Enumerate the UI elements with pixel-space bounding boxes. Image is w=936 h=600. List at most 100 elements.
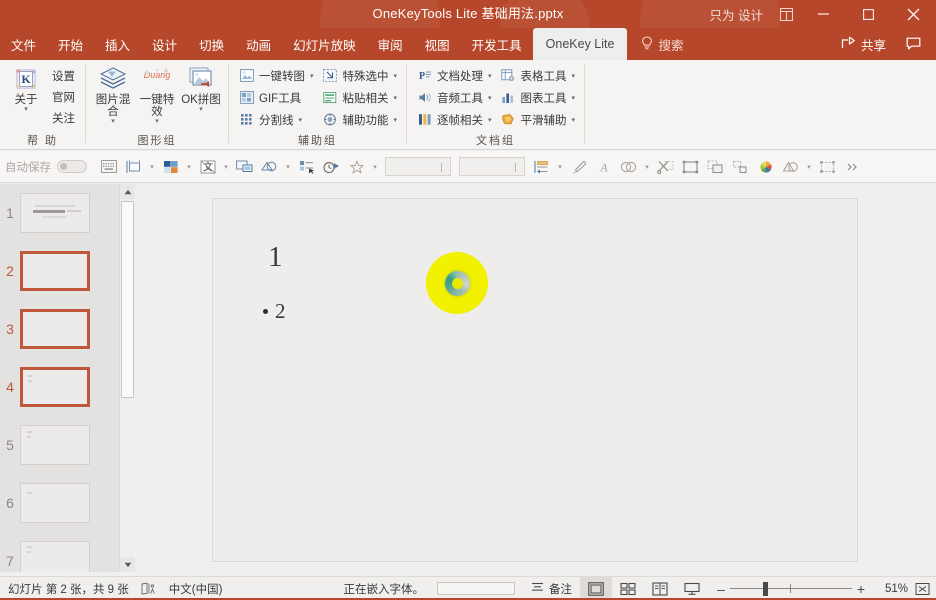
follow-button[interactable]: 关注 bbox=[48, 107, 79, 128]
designer-button[interactable]: 只为 设计 bbox=[702, 0, 771, 28]
tab-slideshow[interactable]: 幻灯片放映 bbox=[282, 28, 367, 60]
current-slide-canvas[interactable]: 1 2 bbox=[212, 198, 858, 562]
slide-thumbnail[interactable] bbox=[20, 309, 90, 349]
keyboard-icon[interactable] bbox=[97, 155, 120, 179]
slideshow-icon[interactable] bbox=[676, 577, 708, 600]
tab-review[interactable]: 审阅 bbox=[367, 28, 414, 60]
list-item[interactable]: 2 bbox=[0, 242, 119, 300]
share-button[interactable]: 共享 bbox=[833, 31, 894, 57]
color-swatch-icon[interactable] bbox=[159, 155, 182, 179]
align-objects-icon[interactable] bbox=[729, 155, 752, 179]
eyedropper-icon[interactable] bbox=[567, 155, 590, 179]
zoom-control[interactable]: – + bbox=[708, 577, 874, 600]
tab-onekey-lite[interactable]: OneKey Lite bbox=[532, 28, 628, 60]
frame-select-icon[interactable] bbox=[679, 155, 702, 179]
comment-icon[interactable] bbox=[898, 31, 928, 57]
crop-scissors-icon[interactable] bbox=[654, 155, 677, 179]
table-tool-button[interactable]: 表格工具 ▾ bbox=[497, 65, 579, 86]
color-wheel-icon[interactable] bbox=[754, 155, 777, 179]
maximize-button[interactable] bbox=[846, 0, 891, 28]
text-box-icon[interactable]: 文 bbox=[196, 155, 219, 179]
list-item[interactable]: 1 bbox=[0, 184, 119, 242]
slide-count-indicator[interactable]: 幻灯片 第 2 张，共 9 张 bbox=[0, 577, 137, 600]
zoom-out-button[interactable]: – bbox=[712, 581, 730, 597]
picture-blend-button[interactable]: 图片混合 ▾ bbox=[92, 63, 134, 126]
thumbnail-scrollbar[interactable] bbox=[119, 184, 135, 572]
reading-view-icon[interactable] bbox=[644, 577, 676, 600]
zoom-in-button[interactable]: + bbox=[852, 581, 870, 597]
screen-layout-icon[interactable] bbox=[233, 155, 256, 179]
zoom-percentage[interactable]: 51% bbox=[874, 583, 908, 595]
slide-thumbnail[interactable] bbox=[20, 541, 90, 572]
yellow-circle-shape[interactable] bbox=[426, 252, 488, 314]
close-button[interactable] bbox=[891, 0, 936, 28]
group-shapes-icon[interactable] bbox=[816, 155, 839, 179]
tab-file[interactable]: 文件 bbox=[0, 28, 47, 60]
tab-developer[interactable]: 开发工具 bbox=[461, 28, 533, 60]
fit-to-window-icon[interactable] bbox=[908, 582, 936, 596]
language-indicator[interactable]: 中文(中国) bbox=[161, 577, 231, 600]
tab-design[interactable]: 设计 bbox=[141, 28, 188, 60]
selection-pane-icon[interactable] bbox=[295, 155, 318, 179]
one-click-effect-button[interactable]: Duang 一键特效 ▾ bbox=[136, 63, 178, 126]
chevron-down-icon[interactable]: ▾ bbox=[804, 155, 814, 179]
paste-related-button[interactable]: 粘贴相关 ▾ bbox=[319, 87, 401, 108]
slide-thumbnail[interactable] bbox=[20, 483, 90, 523]
slide-edit-area[interactable]: 1 2 bbox=[135, 184, 936, 572]
overflow-chevrons-icon[interactable] bbox=[841, 155, 864, 179]
zoom-slider-handle[interactable] bbox=[763, 581, 768, 596]
star-effect-icon[interactable] bbox=[345, 155, 368, 179]
special-select-button[interactable]: 特殊选中 ▾ bbox=[319, 65, 401, 86]
shape-size-field-2[interactable] bbox=[459, 157, 525, 176]
settings-button[interactable]: 设置 bbox=[48, 65, 79, 86]
indent-icon[interactable] bbox=[530, 155, 553, 179]
shape-size-field-1[interactable] bbox=[385, 157, 451, 176]
chevron-down-icon[interactable]: ▾ bbox=[555, 155, 565, 179]
scroll-down-arrow-icon[interactable] bbox=[120, 557, 135, 572]
autosave-control[interactable]: 自动保存 bbox=[5, 159, 87, 175]
scrollbar-thumb[interactable] bbox=[121, 201, 134, 398]
morph-assist-button[interactable]: 平滑辅助 ▾ bbox=[497, 109, 579, 130]
divider-line-button[interactable]: 分割线 ▾ bbox=[235, 109, 317, 130]
accessibility-check-icon[interactable] bbox=[137, 577, 161, 600]
ok-puzzle-button[interactable]: OK拼图 ▾ bbox=[180, 63, 222, 114]
list-item[interactable]: 5 bbox=[0, 416, 119, 474]
search-box[interactable]: 搜索 bbox=[627, 28, 683, 60]
tab-view[interactable]: 视图 bbox=[414, 28, 461, 60]
scroll-up-arrow-icon[interactable] bbox=[120, 184, 135, 199]
chevron-down-icon[interactable]: ▾ bbox=[283, 155, 293, 179]
tab-insert[interactable]: 插入 bbox=[94, 28, 141, 60]
audio-tool-button[interactable]: 音频工具 ▾ bbox=[413, 87, 495, 108]
one-click-to-image-button[interactable]: 一键转图 ▾ bbox=[235, 65, 317, 86]
list-item[interactable]: 3 bbox=[0, 300, 119, 358]
slide-heading-text[interactable]: 1 bbox=[268, 241, 283, 274]
slide-thumbnail[interactable] bbox=[20, 367, 90, 407]
ribbon-display-options-icon[interactable] bbox=[771, 0, 801, 28]
slide-thumbnail[interactable] bbox=[20, 193, 90, 233]
document-process-button[interactable]: P 文档处理 ▾ bbox=[413, 65, 495, 86]
list-item[interactable]: 4 bbox=[0, 358, 119, 416]
minimize-button[interactable] bbox=[801, 0, 846, 28]
list-item[interactable]: 6 bbox=[0, 474, 119, 532]
slide-thumbnail[interactable] bbox=[20, 425, 90, 465]
duplicate-icon[interactable] bbox=[704, 155, 727, 179]
tab-home[interactable]: 开始 bbox=[47, 28, 94, 60]
chevron-down-icon[interactable]: ▾ bbox=[147, 155, 157, 179]
tab-transitions[interactable]: 切换 bbox=[188, 28, 235, 60]
accessibility-function-button[interactable]: 辅助功能 ▾ bbox=[319, 109, 401, 130]
slide-thumbnail-panel[interactable]: 1 2 3 4 5 6 7 bbox=[0, 184, 119, 572]
zoom-slider[interactable] bbox=[730, 577, 852, 600]
list-item[interactable]: 7 bbox=[0, 532, 119, 572]
normal-view-icon[interactable] bbox=[580, 576, 612, 600]
shape-union-icon[interactable] bbox=[617, 155, 640, 179]
gif-tool-button[interactable]: GIF工具 bbox=[235, 87, 317, 108]
chevron-down-icon[interactable]: ▾ bbox=[370, 155, 380, 179]
slide-thumbnail[interactable] bbox=[20, 251, 90, 291]
chevron-down-icon[interactable]: ▾ bbox=[184, 155, 194, 179]
align-shape-icon[interactable] bbox=[122, 155, 145, 179]
chart-tool-button[interactable]: 图表工具 ▾ bbox=[497, 87, 579, 108]
frame-by-frame-button[interactable]: 逐帧相关 ▾ bbox=[413, 109, 495, 130]
autosave-toggle[interactable] bbox=[57, 160, 87, 173]
about-button[interactable]: K 关于 ▾ bbox=[6, 63, 46, 114]
format-painter-icon[interactable]: A bbox=[592, 155, 615, 179]
